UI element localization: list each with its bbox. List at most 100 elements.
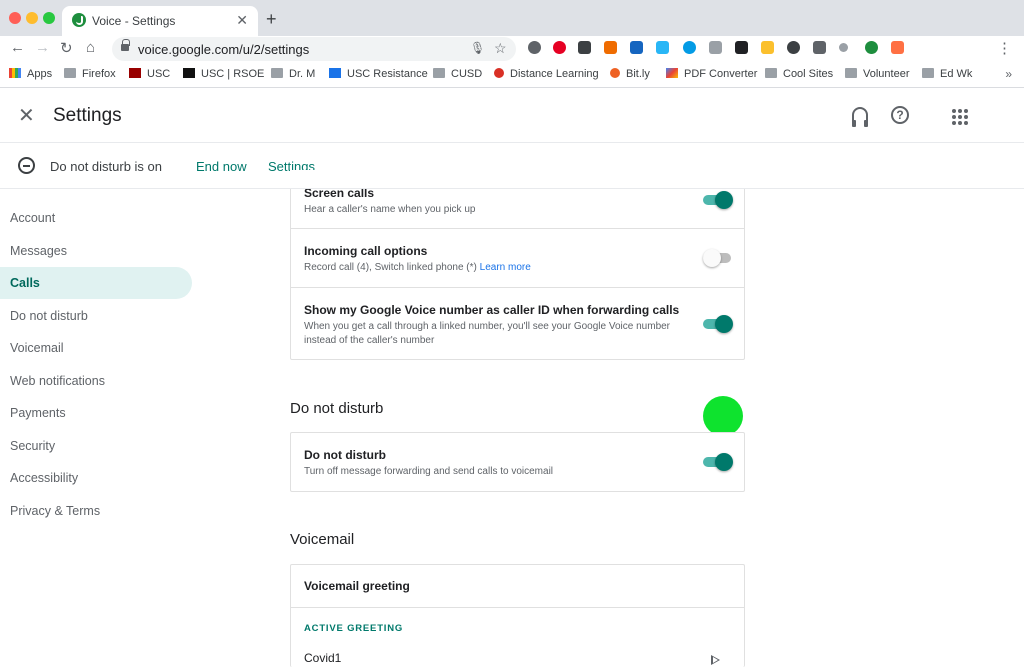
folder-icon (271, 68, 283, 78)
extension-icon[interactable] (656, 41, 669, 54)
sidebar-item-web-notifications[interactable]: Web notifications (0, 365, 192, 397)
play-icon[interactable] (711, 655, 720, 665)
extension-icon[interactable] (528, 41, 541, 54)
new-tab-button[interactable]: + (266, 9, 277, 30)
close-icon[interactable]: ✕ (18, 103, 35, 128)
bookmark-volunteer[interactable]: Volunteer (845, 68, 909, 80)
extension-icon[interactable] (630, 41, 643, 54)
active-greeting-label: ACTIVE GREETING (304, 623, 404, 634)
setting-description: Hear a caller's name when you pick up (304, 204, 476, 215)
bookmark-usc-resistance[interactable]: USC Resistance (329, 68, 428, 80)
browser-tab-strip: Voice - Settings ✕ + (0, 0, 1024, 36)
site-icon (666, 68, 678, 78)
setting-title: Do not disturb (304, 448, 386, 462)
dnd-toggle[interactable] (703, 452, 733, 472)
sidebar-item-voicemail[interactable]: Voicemail (0, 332, 192, 364)
help-icon[interactable]: ? (891, 106, 909, 124)
extension-icon[interactable] (683, 41, 696, 54)
apps-grid-icon (9, 68, 21, 78)
section-heading-voicemail: Voicemail (290, 531, 355, 548)
more-bookmarks-icon[interactable]: » (1005, 67, 1012, 81)
forward-icon[interactable]: → (35, 39, 50, 56)
bookmark-usc[interactable]: USC (129, 68, 170, 80)
url-text[interactable]: voice.google.com/u/2/settings (138, 42, 309, 57)
lock-icon (121, 39, 130, 51)
bookmark-firefox[interactable]: Firefox (64, 68, 116, 80)
site-icon (329, 68, 341, 78)
setting-title: Show my Google Voice number as caller ID… (304, 303, 680, 317)
learn-more-link[interactable]: Learn more (480, 262, 531, 273)
bookmarks-bar: Apps Firefox USC USC | RSOE Dr. M USC Re… (0, 62, 1024, 88)
bookmark-star-icon[interactable]: ☆ (494, 40, 507, 57)
bookmark-bitly[interactable]: Bit.ly (610, 68, 650, 80)
end-now-button[interactable]: End now (196, 159, 247, 174)
incoming-call-options-toggle[interactable] (703, 248, 733, 268)
maximize-window-button[interactable] (43, 12, 55, 24)
sidebar-item-do-not-disturb[interactable]: Do not disturb (0, 300, 192, 332)
address-bar[interactable]: voice.google.com/u/2/settings 🎙 ☆ (112, 37, 516, 61)
extension-icon[interactable] (604, 41, 617, 54)
sidebar-item-payments[interactable]: Payments (0, 397, 192, 429)
bookmark-dr-m[interactable]: Dr. M (271, 68, 315, 80)
sidebar-item-account[interactable]: Account (0, 202, 192, 234)
setting-description: Record call (4), Switch linked phone (*)… (304, 262, 531, 273)
incoming-call-options-row[interactable]: Incoming call options Record call (4), S… (291, 229, 744, 288)
browser-toolbar: ← → ↻ ⌂ voice.google.com/u/2/settings 🎙 … (0, 36, 1024, 62)
close-window-button[interactable] (9, 12, 21, 24)
tab-title: Voice - Settings (92, 14, 176, 28)
caller-id-row[interactable]: Show my Google Voice number as caller ID… (291, 288, 744, 360)
bookmark-usc-rsoe[interactable]: USC | RSOE (183, 68, 264, 80)
sidebar-item-privacy-terms[interactable]: Privacy & Terms (0, 495, 192, 527)
cursor-highlight (703, 396, 743, 436)
minimize-window-button[interactable] (26, 12, 38, 24)
sidebar-item-accessibility[interactable]: Accessibility (0, 462, 192, 494)
usc-icon (183, 68, 195, 78)
apps-grid-icon[interactable] (952, 109, 968, 125)
extension-icon[interactable] (787, 41, 800, 54)
voicemail-greeting-title: Voicemail greeting (304, 579, 410, 593)
folder-icon (433, 68, 445, 78)
greeting-name: Covid1 (304, 651, 342, 665)
section-heading-dnd: Do not disturb (290, 400, 384, 417)
pinterest-icon[interactable] (553, 41, 566, 54)
tab-close-icon[interactable]: ✕ (236, 12, 248, 29)
sidebar-item-messages[interactable]: Messages (0, 235, 192, 267)
bookmark-pdf-converter[interactable]: PDF Converter (666, 68, 757, 80)
dnd-row[interactable]: Do not disturb Turn off message forwardi… (291, 433, 744, 491)
bookmark-apps[interactable]: Apps (9, 68, 52, 80)
microphone-icon[interactable]: 🎙 (470, 41, 485, 55)
browser-menu-icon[interactable]: ⋮ (997, 39, 1012, 57)
extension-icon[interactable] (578, 41, 591, 54)
headset-support-icon[interactable] (852, 107, 868, 127)
voicemail-card: Voicemail greeting ACTIVE GREETING Covid… (290, 564, 745, 667)
folder-icon (922, 68, 934, 78)
sidebar-item-security[interactable]: Security (0, 430, 192, 462)
bookmark-ed-wk[interactable]: Ed Wk (922, 68, 972, 80)
extension-icon[interactable] (709, 41, 722, 54)
page-title: Settings (53, 105, 122, 126)
bookmark-cool-sites[interactable]: Cool Sites (765, 68, 833, 80)
extension-icon[interactable] (735, 41, 748, 54)
back-icon[interactable]: ← (10, 39, 25, 56)
extension-icon[interactable] (813, 41, 826, 54)
google-voice-icon (72, 13, 86, 27)
extension-icon[interactable] (891, 41, 904, 54)
browser-tab[interactable]: Voice - Settings ✕ (62, 6, 258, 36)
bookmark-cusd[interactable]: CUSD (433, 68, 482, 80)
caller-id-toggle[interactable] (703, 314, 733, 334)
folder-icon (765, 68, 777, 78)
folder-icon (845, 68, 857, 78)
extension-icon[interactable] (839, 43, 848, 52)
folder-icon (64, 68, 76, 78)
extension-icon[interactable] (761, 41, 774, 54)
bookmark-distance-learning[interactable]: Distance Learning (494, 68, 599, 80)
screen-calls-toggle[interactable] (703, 190, 733, 210)
reload-icon[interactable]: ↻ (60, 39, 73, 57)
site-icon (494, 68, 504, 78)
scroll-mask (290, 170, 746, 189)
sidebar-item-calls[interactable]: Calls (0, 267, 192, 299)
do-not-disturb-icon (18, 157, 35, 174)
google-voice-extension-icon[interactable] (865, 41, 878, 54)
dnd-status-text: Do not disturb is on (50, 159, 163, 174)
home-icon[interactable]: ⌂ (86, 39, 95, 56)
